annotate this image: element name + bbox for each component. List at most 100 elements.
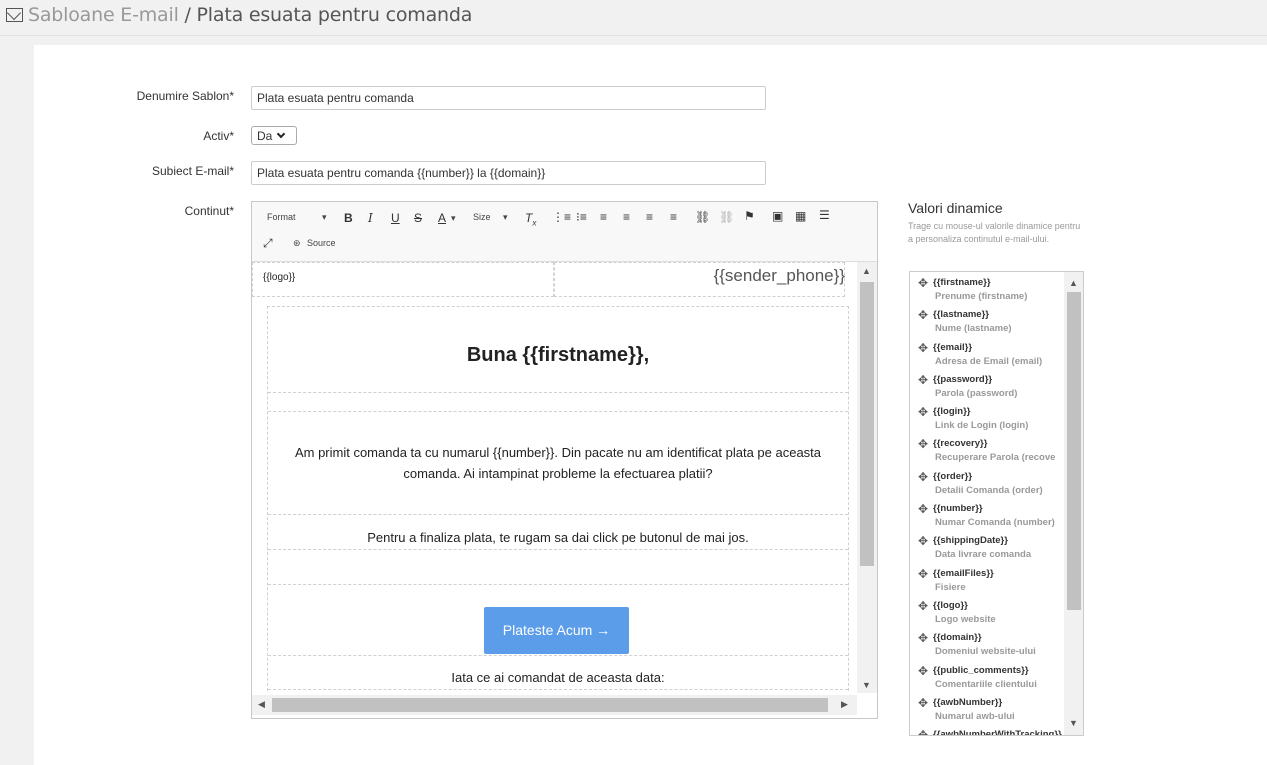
justify-icon[interactable]: ≡ xyxy=(670,210,677,224)
dynamic-value-item[interactable]: ✥ {{emailFiles}} Fisiere xyxy=(910,567,1064,599)
divider xyxy=(268,514,848,515)
editor-content-area[interactable]: {{logo}} {{sender_phone}} Buna {{firstna… xyxy=(252,262,857,693)
scroll-thumb[interactable] xyxy=(1067,292,1081,610)
dynamic-value-item[interactable]: ✥ {{order}} Detalii Comanda (order) xyxy=(910,470,1064,502)
dynamic-value-item[interactable]: ✥ {{public_comments}} Comentariile clientu… xyxy=(910,664,1064,696)
move-icon[interactable]: ✥ xyxy=(918,664,928,678)
align-center-icon[interactable]: ≡ xyxy=(623,210,630,224)
move-icon[interactable]: ✥ xyxy=(918,308,928,322)
dynamic-value-item[interactable]: ✥ {{lastname}} Nume (lastname) xyxy=(910,308,1064,340)
editor-toolbar: Format ▾ B I U S A ▾ Size ▾ Tx ⋮≡ ⁝≡ ≡ ≡… xyxy=(252,202,877,262)
move-icon[interactable]: ✥ xyxy=(918,534,928,548)
scroll-thumb[interactable] xyxy=(860,282,874,566)
dynamic-value-item[interactable]: ✥ {{awbNumber}} Numarul awb-ului xyxy=(910,696,1064,728)
align-right-icon[interactable]: ≡ xyxy=(646,210,653,224)
dynamic-value-item[interactable]: ✥ {{awbNumberWithTracking}} xyxy=(910,728,1064,736)
dynamic-value-description: Detalii Comanda (order) xyxy=(935,484,1043,496)
source-button[interactable]: Source xyxy=(307,238,336,248)
move-icon[interactable]: ✥ xyxy=(918,437,928,451)
format-chevron-icon[interactable]: ▾ xyxy=(322,212,327,223)
dynamic-value-item[interactable]: ✥ {{domain}} Domeniul website-ului xyxy=(910,631,1064,663)
source-icon[interactable]: ⊛ xyxy=(293,238,301,249)
dynamic-value-token: {{firstname}} xyxy=(933,277,991,288)
dynamic-value-item[interactable]: ✥ {{number}} Numar Comanda (number) xyxy=(910,502,1064,534)
content-label: Continut* xyxy=(184,204,234,218)
move-icon[interactable]: ✥ xyxy=(918,373,928,387)
bulleted-list-icon[interactable]: ⁝≡ xyxy=(576,210,587,224)
text-color-icon[interactable]: A xyxy=(438,211,446,225)
underline-icon[interactable]: U xyxy=(391,211,400,225)
move-icon[interactable]: ✥ xyxy=(918,631,928,645)
scroll-down-icon[interactable]: ▼ xyxy=(862,680,871,690)
dynamic-value-item[interactable]: ✥ {{recovery}} Recuperare Parola (recove xyxy=(910,437,1064,469)
move-icon[interactable]: ✥ xyxy=(918,341,928,355)
horizontal-line-icon[interactable]: ☰ xyxy=(819,208,830,222)
numbered-list-icon[interactable]: ⋮≡ xyxy=(552,210,571,224)
image-icon[interactable]: ▣ xyxy=(772,209,783,223)
format-dropdown[interactable]: Format xyxy=(267,212,296,222)
scroll-thumb[interactable] xyxy=(272,698,828,712)
dynamic-values-title: Valori dinamice xyxy=(908,200,1003,216)
size-dropdown[interactable]: Size xyxy=(473,212,491,222)
table-icon[interactable]: ▦ xyxy=(795,209,806,223)
text-color-chevron-icon[interactable]: ▾ xyxy=(451,213,456,224)
greeting-heading: Buna {{firstname}}, xyxy=(466,344,650,366)
anchor-flag-icon[interactable]: ⚑ xyxy=(744,209,755,223)
scroll-up-icon[interactable]: ▲ xyxy=(1069,278,1078,288)
move-icon[interactable]: ✥ xyxy=(918,567,928,581)
editor-vertical-scrollbar[interactable]: ▲ ▼ xyxy=(857,262,877,693)
dynamic-value-item[interactable]: ✥ {{login}} Link de Login (login) xyxy=(910,405,1064,437)
pay-now-button[interactable]: Plateste Acum → xyxy=(484,607,629,654)
breadcrumb-separator: / xyxy=(178,4,197,26)
move-icon[interactable]: ✥ xyxy=(918,470,928,484)
dynamic-value-token: {{logo}} xyxy=(933,599,968,611)
dynamic-value-item[interactable]: ✥ {{email}} Adresa de Email (email) xyxy=(910,341,1064,373)
body-paragraph: Am primit comanda ta cu numarul {{number… xyxy=(294,445,822,481)
dynamic-value-item[interactable]: ✥ {{logo}} Logo website xyxy=(910,599,1064,631)
dynamic-value-item[interactable]: ✥ {{firstname}} Prenume (firstname) xyxy=(910,276,1064,308)
dynamic-value-description: Fisiere xyxy=(935,581,966,593)
dynamic-value-description: Link de Login (login) xyxy=(935,420,1029,432)
dynamic-values-scrollbar[interactable]: ▲ ▼ xyxy=(1064,272,1083,735)
subject-input[interactable]: Plata esuata pentru comanda {{number}} l… xyxy=(251,161,766,185)
divider xyxy=(268,689,848,690)
align-left-icon[interactable]: ≡ xyxy=(600,210,607,224)
active-select-value: Da xyxy=(257,129,273,143)
maximize-icon[interactable]: ⤢ xyxy=(263,236,273,251)
editor-horizontal-scrollbar[interactable]: ◀ ▶ xyxy=(252,695,857,715)
dynamic-value-item[interactable]: ✥ {{shippingDate}} Data livrare comanda xyxy=(910,534,1064,566)
ordered-items-text: Iata ce ai comandat de aceasta data: xyxy=(451,670,665,685)
strikethrough-icon[interactable]: S xyxy=(414,211,422,225)
template-name-input[interactable]: Plata esuata pentru comanda xyxy=(251,86,766,110)
move-icon[interactable]: ✥ xyxy=(918,696,928,710)
page-title: Plata esuata pentru comanda xyxy=(196,4,473,26)
scroll-left-icon[interactable]: ◀ xyxy=(258,699,265,710)
remove-format-icon[interactable]: Tx xyxy=(525,211,536,227)
breadcrumb-section-link[interactable]: Sabloane E-mail xyxy=(28,4,179,26)
move-icon[interactable]: ✥ xyxy=(918,405,928,419)
dynamic-value-token: {{password}} xyxy=(933,373,993,385)
scroll-up-icon[interactable]: ▲ xyxy=(862,266,871,276)
dynamic-value-item[interactable]: ✥ {{password}} Parola (password) xyxy=(910,373,1064,405)
dynamic-values-list: ✥ {{firstname}} Prenume (firstname) ✥ {{last… xyxy=(909,271,1084,736)
italic-icon[interactable]: I xyxy=(368,211,373,225)
dynamic-value-token: {{awbNumberWithTracking}} xyxy=(933,729,1062,736)
scroll-right-icon[interactable]: ▶ xyxy=(841,699,848,710)
sender-phone-placeholder: {{sender_phone}} xyxy=(713,266,845,285)
scroll-down-icon[interactable]: ▼ xyxy=(1069,718,1078,728)
move-icon[interactable]: ✥ xyxy=(918,276,928,290)
envelope-icon xyxy=(6,8,23,22)
dynamic-value-description: Numarul awb-ului xyxy=(935,710,1015,722)
move-icon[interactable]: ✥ xyxy=(918,728,928,735)
size-chevron-icon[interactable]: ▾ xyxy=(503,212,508,223)
unlink-icon[interactable]: ⛓ xyxy=(719,210,734,224)
dynamic-value-description: Adresa de Email (email) xyxy=(935,355,1043,367)
chevron-down-icon xyxy=(277,129,286,139)
active-select[interactable]: Da xyxy=(251,126,297,145)
move-icon[interactable]: ✥ xyxy=(918,502,928,516)
link-icon[interactable]: ⛓ xyxy=(695,210,710,224)
divider xyxy=(268,549,848,550)
template-name-label: Denumire Sablon* xyxy=(136,89,234,103)
bold-icon[interactable]: B xyxy=(344,211,353,225)
move-icon[interactable]: ✥ xyxy=(918,599,928,613)
